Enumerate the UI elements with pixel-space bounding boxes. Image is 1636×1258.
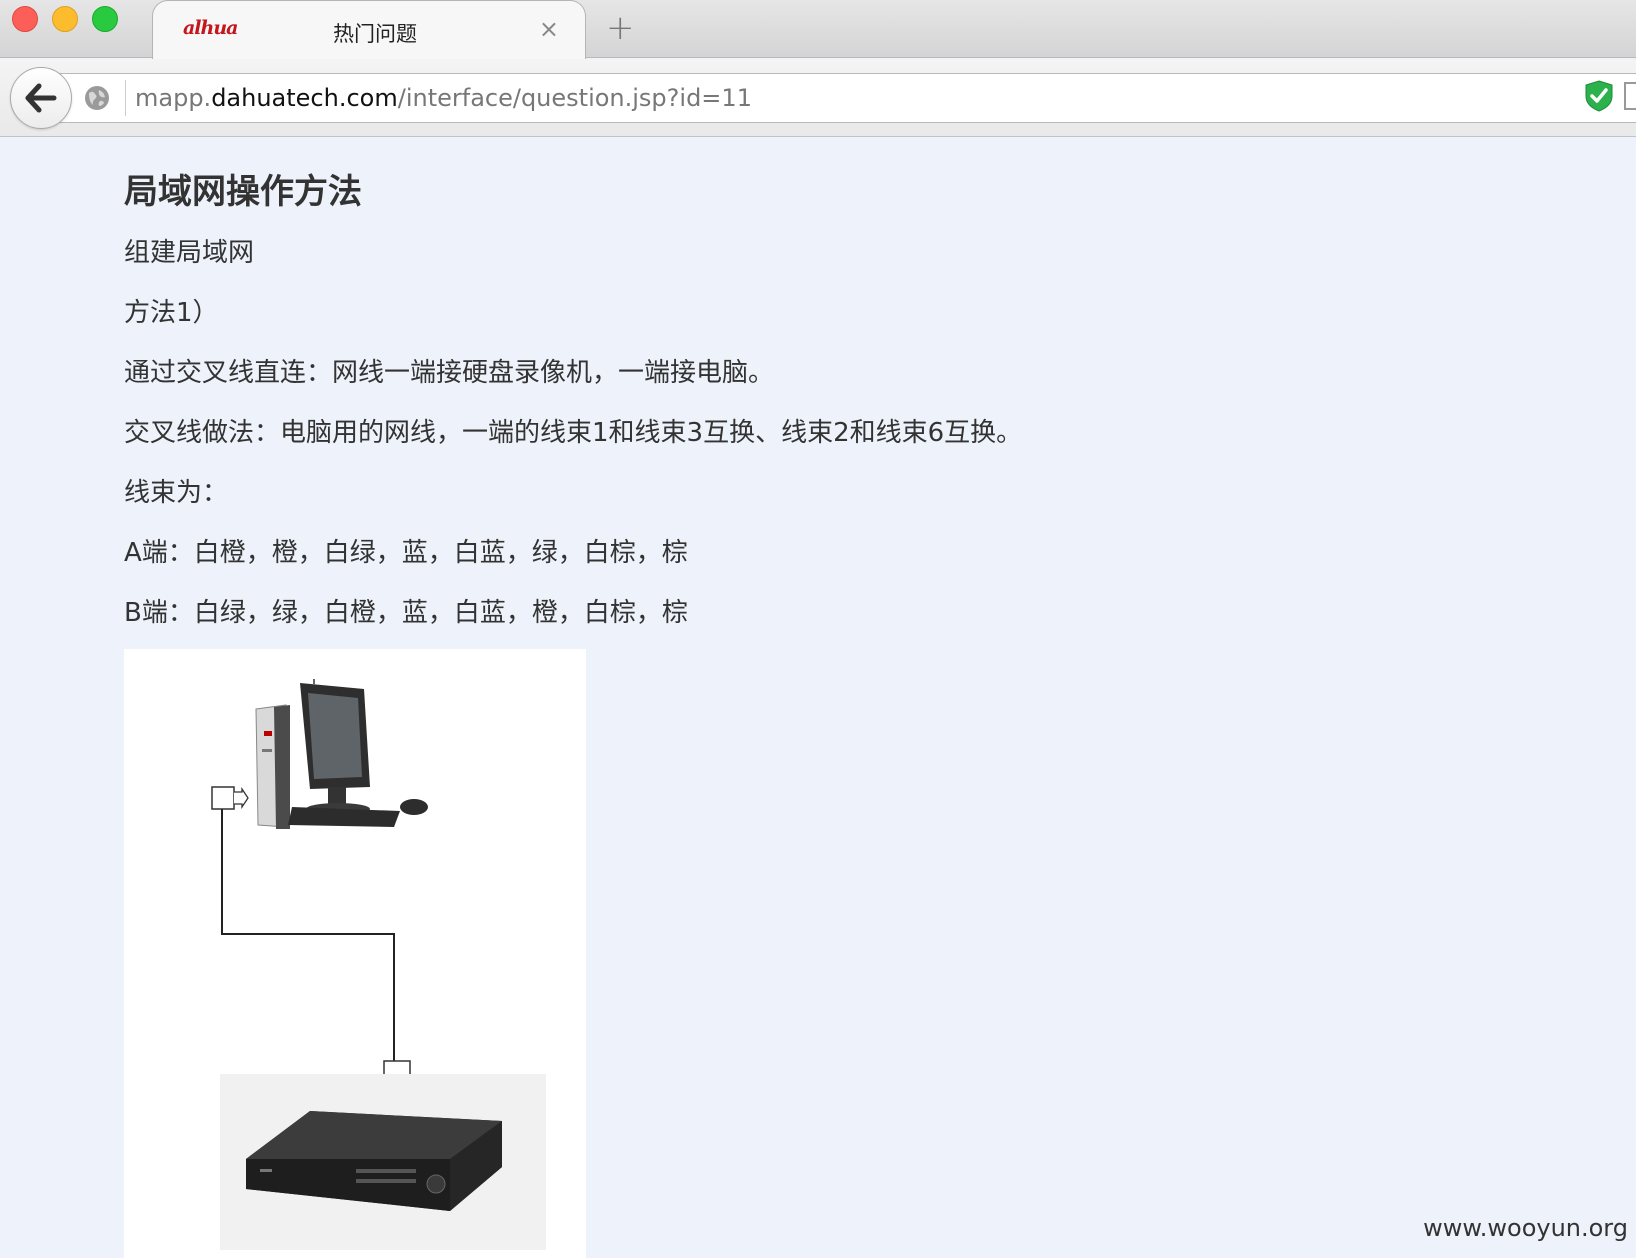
tab-close-icon[interactable]: × [539,15,559,43]
paragraph-2: 方法1） [124,298,219,328]
paragraph-3: 通过交叉线直连：网线一端接硬盘录像机，一端接电脑。 [124,358,775,388]
diagram-drawing [211,679,546,1250]
address-bar[interactable]: mapp.dahuatech.com/interface/question.js… [56,73,1636,123]
article-title: 局域网操作方法 [124,172,362,212]
dahua-favicon-icon: alhua [183,17,238,39]
extension-icon[interactable] [1624,82,1636,110]
url-host: dahuatech.com [211,84,398,112]
rj45-connector-top-icon [211,786,249,810]
close-window-button[interactable] [12,6,38,32]
tab-title: 热门问题 [333,22,417,46]
url-divider [125,80,126,116]
navigation-bar: mapp.dahuatech.com/interface/question.js… [0,59,1636,137]
tab-active[interactable]: alhua 热门问题 × [152,0,586,59]
pc-computer-icon [255,679,428,829]
tab-strip: alhua 热门问题 × + [0,0,1636,59]
paragraph-4: 交叉线做法：电脑用的网线，一端的线束1和线束3互换、线束2和线束6互换。 [124,418,1023,448]
paragraph-5: 线束为： [124,478,229,508]
connection-diagram-image [124,649,586,1258]
url-path: /interface/question.jsp?id=11 [397,84,752,112]
paragraph-1: 组建局域网 [124,238,255,268]
globe-icon [85,86,109,110]
paragraph-7: B端：白绿，绿，白橙，蓝，白蓝，橙，白棕，棕 [124,598,688,628]
network-cable [221,809,395,1061]
shield-check-icon[interactable] [1584,79,1614,113]
new-tab-button[interactable]: + [606,8,635,48]
url-scheme: mapp. [135,84,212,112]
minimize-window-button[interactable] [52,6,78,32]
back-arrow-icon [25,83,57,113]
zoom-window-button[interactable] [92,6,118,32]
watermark-text: www.wooyun.org [1423,1214,1628,1242]
paragraph-6: A端：白橙，橙，白绿，蓝，白蓝，绿，白棕，棕 [124,538,688,568]
back-button[interactable] [10,67,72,129]
url-text[interactable]: mapp.dahuatech.com/interface/question.js… [135,84,752,112]
